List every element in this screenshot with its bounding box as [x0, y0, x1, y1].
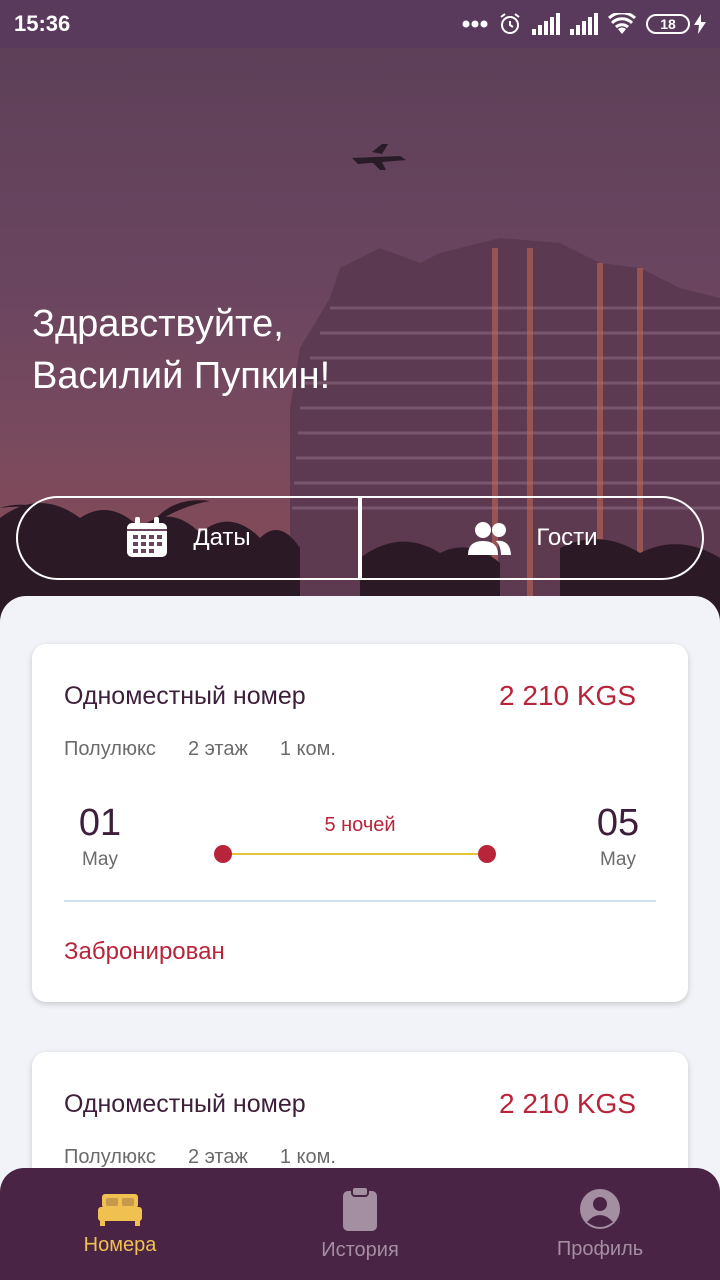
- nav-item-profile[interactable]: Профиль: [480, 1168, 720, 1280]
- battery-level: 18: [646, 14, 690, 34]
- room-price: 2 210 KGS: [499, 680, 636, 711]
- users-icon: [468, 522, 512, 555]
- check-out-date: 05 May: [578, 802, 658, 871]
- room-details: Полулюкс 2 этаж 1 ком.: [64, 1146, 336, 1169]
- status-icons: 18: [462, 12, 706, 36]
- guests-button[interactable]: Гости: [362, 498, 702, 578]
- check-in-month: May: [82, 849, 118, 870]
- guests-button-label: Гости: [536, 524, 598, 551]
- nav-label-profile: Профиль: [556, 1237, 644, 1260]
- nav-item-rooms[interactable]: Номера: [0, 1168, 240, 1280]
- hero-banner: Здравствуйте, Василий Пупкин! Даты Гости: [0, 48, 720, 628]
- status-time: 15:36: [14, 11, 71, 36]
- battery-indicator: 18: [646, 14, 706, 34]
- room-title: Одноместный номер: [64, 682, 306, 710]
- dates-button-label: Даты: [193, 524, 251, 551]
- nav-label-rooms: Номера: [83, 1233, 157, 1256]
- status-bar: 15:36 18: [0, 0, 720, 48]
- user-circle-icon: [580, 1188, 620, 1229]
- alarm-icon: [500, 13, 520, 34]
- signal-icon-2: [570, 13, 598, 35]
- room-category: Полулюкс: [64, 1146, 156, 1168]
- nav-label-history: История: [321, 1238, 399, 1261]
- room-floor: 2 этаж: [187, 738, 248, 760]
- signal-icon: [532, 13, 560, 35]
- clipboard-icon: [343, 1186, 377, 1231]
- booking-status: Забронирован: [64, 938, 225, 965]
- calendar-icon: [127, 517, 168, 557]
- dates-button[interactable]: Даты: [18, 498, 358, 578]
- more-dots-icon: [462, 20, 488, 28]
- wifi-icon: [608, 13, 636, 34]
- room-title: Одноместный номер: [64, 1090, 306, 1118]
- nav-item-history[interactable]: История: [240, 1168, 480, 1280]
- check-out-month: May: [600, 849, 636, 870]
- room-floor: 2 этаж: [187, 1146, 248, 1168]
- search-filter-bar: Даты Гости: [16, 496, 704, 580]
- timeline-start-dot: [214, 845, 232, 863]
- booking-card[interactable]: Одноместный номер 2 210 KGS Полулюкс 2 э…: [32, 644, 688, 1002]
- greeting-text: Здравствуйте, Василий Пупкин!: [32, 298, 330, 402]
- charging-icon: [694, 14, 706, 34]
- room-price: 2 210 KGS: [499, 1088, 636, 1119]
- timeline-end-dot: [478, 845, 496, 863]
- check-out-day: 05: [596, 802, 640, 844]
- user-name: Василий Пупкин!: [32, 355, 331, 397]
- timeline-line: [222, 853, 488, 855]
- stay-timeline: [214, 844, 496, 864]
- bottom-navigation: Номера История Профиль: [0, 1168, 720, 1280]
- card-divider: [64, 900, 656, 902]
- room-count: 1 ком.: [279, 738, 336, 760]
- room-category: Полулюкс: [64, 738, 156, 760]
- greeting-line-1: Здравствуйте,: [32, 303, 284, 345]
- room-details: Полулюкс 2 этаж 1 ком.: [64, 738, 336, 761]
- room-count: 1 ком.: [279, 1146, 336, 1168]
- bed-icon: [98, 1193, 142, 1226]
